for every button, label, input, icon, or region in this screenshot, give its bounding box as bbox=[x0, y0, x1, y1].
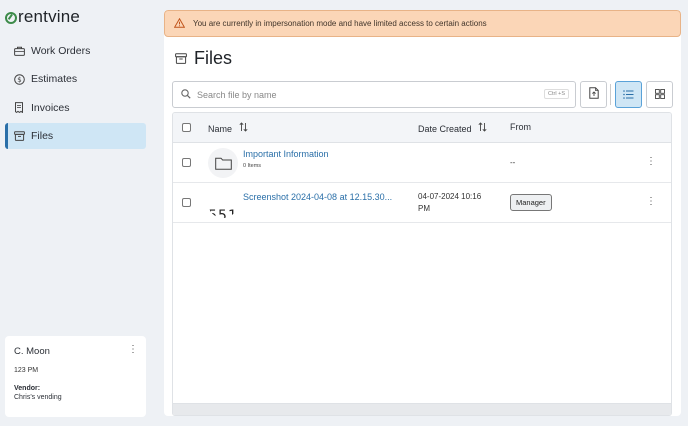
folder-item-count: 0 Items bbox=[243, 163, 262, 169]
thumbnail-text: 551 bbox=[208, 208, 238, 218]
folder-icon bbox=[208, 148, 238, 178]
column-from-header: From bbox=[510, 122, 531, 132]
logo-text: rentvine bbox=[18, 7, 81, 26]
vendor-name: Chris's vending bbox=[14, 394, 62, 401]
sidebar-item-invoices[interactable]: Invoices bbox=[5, 95, 146, 121]
box-icon bbox=[13, 130, 25, 142]
file-thumbnail: 551 bbox=[208, 188, 238, 218]
search-shortcut-hint: Ctrl +S bbox=[544, 89, 569, 99]
sidebar-item-label: Invoices bbox=[31, 101, 70, 114]
user-menu-kebab-icon[interactable]: ⋮ bbox=[128, 344, 138, 355]
table-row[interactable]: Important Information 0 Items -- ⋮ bbox=[173, 143, 671, 183]
search-input[interactable] bbox=[197, 89, 527, 100]
select-all-checkbox[interactable] bbox=[182, 123, 191, 132]
banner-text: You are currently in impersonation mode … bbox=[193, 19, 487, 28]
file-upload-icon bbox=[588, 86, 599, 104]
date-line: 04-07-2024 10:16 bbox=[418, 192, 482, 201]
grid-view-icon bbox=[654, 86, 665, 104]
receipt-icon bbox=[13, 102, 25, 114]
sidebar-item-work-orders[interactable]: Work Orders bbox=[5, 38, 146, 64]
list-view-button[interactable] bbox=[615, 81, 642, 108]
toolbar-divider bbox=[610, 84, 611, 105]
column-date-header[interactable]: Date Created bbox=[418, 122, 487, 134]
page-title-text: Files bbox=[194, 48, 233, 68]
vendor-label: Vendor: bbox=[14, 385, 41, 392]
box-icon bbox=[175, 48, 187, 69]
table-footer-bar bbox=[173, 403, 671, 415]
column-label: Name bbox=[208, 124, 233, 134]
file-name-link[interactable]: Screenshot 2024-04-08 at 12.15.30... bbox=[243, 192, 392, 202]
search-box[interactable]: Ctrl +S bbox=[172, 81, 576, 108]
user-card: C. Moon ⋮ 123 PM Vendor: Chris's vending bbox=[5, 336, 146, 417]
sidebar: rentvine Work Orders $ Estimates Invoice… bbox=[0, 0, 156, 426]
user-name: C. Moon bbox=[14, 346, 50, 357]
main-panel: You are currently in impersonation mode … bbox=[164, 10, 681, 416]
row-checkbox[interactable] bbox=[182, 158, 191, 167]
logo-icon bbox=[5, 12, 17, 24]
sidebar-item-label: Estimates bbox=[31, 73, 78, 86]
upload-file-button[interactable] bbox=[580, 81, 607, 108]
list-view-icon bbox=[623, 86, 634, 104]
sidebar-item-label: Files bbox=[31, 130, 54, 143]
folder-name-link[interactable]: Important Information bbox=[243, 149, 329, 159]
sidebar-item-label: Work Orders bbox=[31, 45, 91, 57]
date-created: 04-07-2024 10:16 PM bbox=[418, 191, 481, 215]
row-checkbox[interactable] bbox=[182, 198, 191, 207]
warning-icon bbox=[173, 17, 186, 30]
user-address: 123 PM bbox=[14, 367, 39, 374]
dollar-icon: $ bbox=[13, 73, 25, 85]
search-icon bbox=[181, 86, 191, 104]
sidebar-item-files[interactable]: Files bbox=[5, 123, 146, 150]
from-badge: Manager bbox=[510, 194, 552, 211]
sort-icon bbox=[478, 122, 487, 134]
table-row[interactable]: 551 Screenshot 2024-04-08 at 12.15.30...… bbox=[173, 183, 671, 223]
time-period: PM bbox=[418, 204, 430, 213]
from-value: -- bbox=[510, 158, 516, 167]
files-table: Name Date Created From Important Informa… bbox=[172, 112, 672, 416]
rentvine-logo[interactable]: rentvine bbox=[5, 7, 80, 27]
impersonation-banner: You are currently in impersonation mode … bbox=[164, 10, 681, 37]
table-header: Name Date Created From bbox=[173, 113, 671, 143]
row-menu-kebab-icon[interactable]: ⋮ bbox=[646, 156, 656, 167]
column-name-header[interactable]: Name bbox=[208, 122, 248, 134]
sidebar-item-estimates[interactable]: $ Estimates bbox=[5, 66, 146, 92]
row-menu-kebab-icon[interactable]: ⋮ bbox=[646, 196, 656, 207]
grid-view-button[interactable] bbox=[646, 81, 673, 108]
sidebar-nav: Work Orders $ Estimates Invoices Files bbox=[5, 38, 146, 152]
column-label: Date Created bbox=[418, 124, 472, 134]
svg-text:$: $ bbox=[17, 76, 21, 84]
briefcase-icon bbox=[13, 45, 25, 57]
page-title: Files bbox=[175, 48, 232, 69]
sort-icon bbox=[239, 122, 248, 134]
